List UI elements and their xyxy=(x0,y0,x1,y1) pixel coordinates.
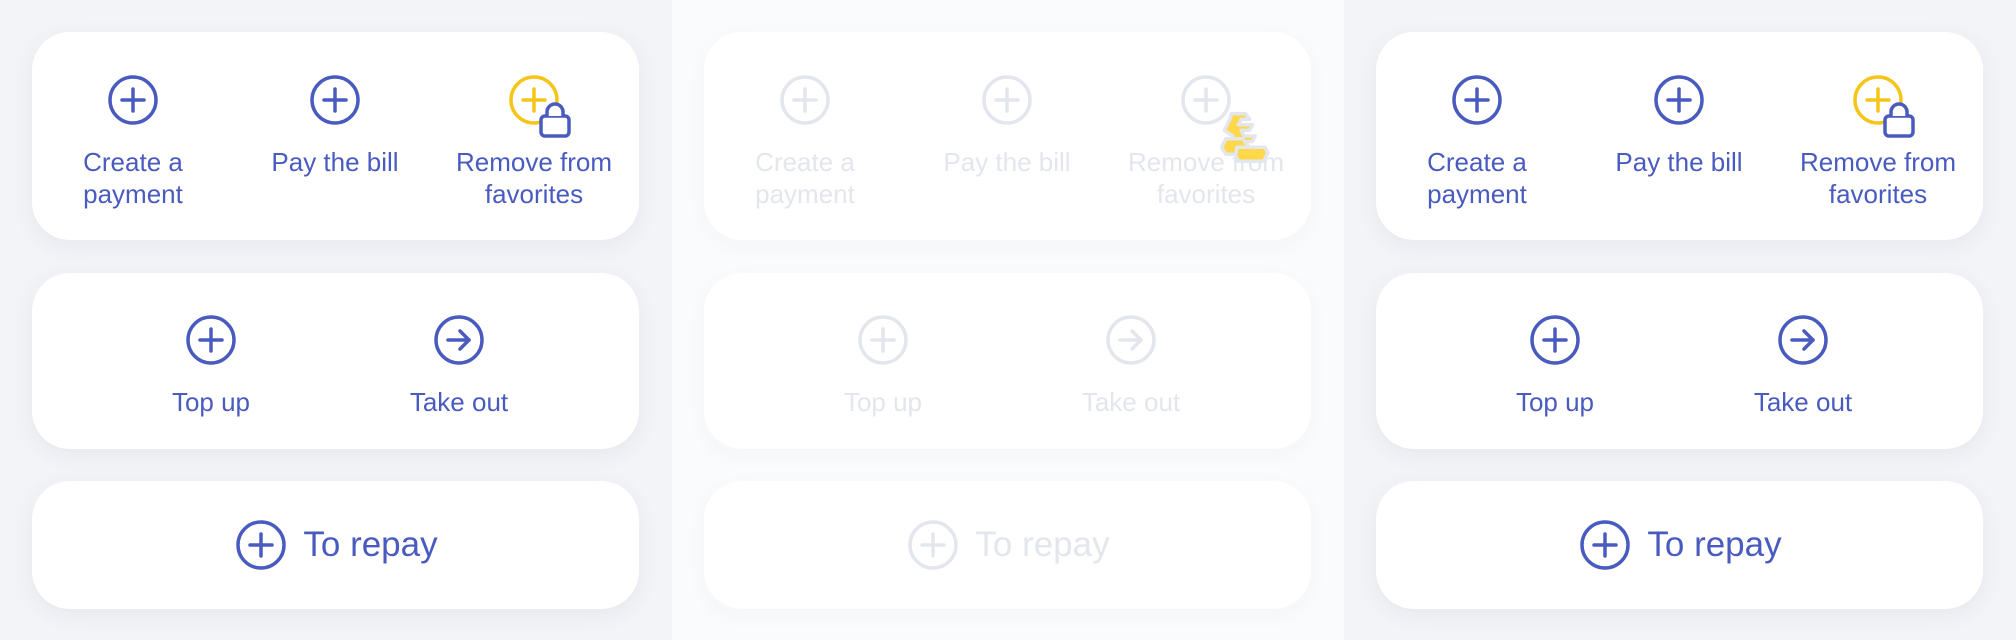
plus-circle-icon xyxy=(1651,72,1707,128)
plus-circle-icon xyxy=(1850,72,1915,138)
remove-from-favorites-button[interactable]: Remove from favorites xyxy=(434,32,634,210)
create-payment-label: Create a payment xyxy=(83,147,183,209)
repay-card: To repay xyxy=(704,481,1311,609)
pay-bill-button: Pay the bill xyxy=(907,32,1107,178)
to-repay-label: To repay xyxy=(303,525,438,564)
plus-circle-icon xyxy=(777,72,833,128)
create-payment-button[interactable]: Create a payment xyxy=(33,32,233,210)
take-out-label: Take out xyxy=(1753,387,1853,417)
to-repay-button[interactable]: To repay xyxy=(1376,481,1983,609)
create-payment-button[interactable]: Create a payment xyxy=(1377,32,1577,210)
plus-circle-icon xyxy=(506,72,571,138)
plus-circle-icon xyxy=(905,517,961,573)
to-repay-label: To repay xyxy=(1647,525,1782,564)
arrow-right-circle-icon xyxy=(1103,312,1159,368)
quick-actions-card: Create a payment Pay the bill Remove fro… xyxy=(1376,32,1983,240)
repay-card: To repay xyxy=(32,481,639,609)
loading-busy-icon xyxy=(1216,108,1270,163)
pay-bill-button[interactable]: Pay the bill xyxy=(235,32,435,178)
top-up-label: Top up xyxy=(1515,387,1595,417)
lock-icon xyxy=(1883,102,1915,138)
remove-from-favorites-button: Remove from favorites xyxy=(1106,32,1306,210)
plus-circle-icon xyxy=(1527,312,1583,368)
account-actions-card: Top up Take out xyxy=(32,273,639,449)
top-up-label: Top up xyxy=(843,387,923,417)
top-up-button[interactable]: Top up xyxy=(111,273,311,418)
pay-bill-label: Pay the bill xyxy=(943,147,1071,177)
take-out-label: Take out xyxy=(409,387,509,417)
plus-circle-icon xyxy=(233,517,289,573)
plus-circle-icon xyxy=(105,72,161,128)
top-up-label: Top up xyxy=(171,387,251,417)
account-actions-card: Top up Take out xyxy=(704,273,1311,449)
plus-circle-icon xyxy=(979,72,1035,128)
arrow-right-circle-icon xyxy=(431,312,487,368)
top-up-button: Top up xyxy=(783,273,983,418)
to-repay-button[interactable]: To repay xyxy=(32,481,639,609)
to-repay-button: To repay xyxy=(704,481,1311,609)
create-payment-label: Create a payment xyxy=(755,147,855,209)
pay-bill-label: Pay the bill xyxy=(1615,147,1743,177)
create-payment-button: Create a payment xyxy=(705,32,905,210)
to-repay-label: To repay xyxy=(975,525,1110,564)
repay-card: To repay xyxy=(1376,481,1983,609)
plus-circle-icon xyxy=(855,312,911,368)
take-out-button: Take out xyxy=(1031,273,1231,418)
remove-from-favorites-label: Remove from favorites xyxy=(1799,147,1957,209)
plus-circle-icon xyxy=(183,312,239,368)
panel-enabled-right: Create a payment Pay the bill Remove fro… xyxy=(1344,0,2016,640)
pay-bill-button[interactable]: Pay the bill xyxy=(1579,32,1779,178)
arrow-right-circle-icon xyxy=(1775,312,1831,368)
lock-icon xyxy=(539,102,571,138)
panel-disabled-middle: Create a payment Pay the bill Remove fro… xyxy=(672,0,1344,640)
plus-circle-icon xyxy=(307,72,363,128)
quick-actions-card: Create a payment Pay the bill Remove fro… xyxy=(704,32,1311,240)
account-actions-card: Top up Take out xyxy=(1376,273,1983,449)
create-payment-label: Create a payment xyxy=(1427,147,1527,209)
remove-from-favorites-label: Remove from favorites xyxy=(455,147,613,209)
plus-circle-icon xyxy=(1577,517,1633,573)
top-up-button[interactable]: Top up xyxy=(1455,273,1655,418)
panel-enabled-left: Create a payment Pay the bill Remove fro… xyxy=(0,0,672,640)
plus-circle-icon xyxy=(1449,72,1505,128)
take-out-label: Take out xyxy=(1081,387,1181,417)
pay-bill-label: Pay the bill xyxy=(271,147,399,177)
plus-circle-icon xyxy=(1178,72,1270,163)
take-out-button[interactable]: Take out xyxy=(1703,273,1903,418)
take-out-button[interactable]: Take out xyxy=(359,273,559,418)
remove-from-favorites-button[interactable]: Remove from favorites xyxy=(1778,32,1978,210)
quick-actions-card: Create a payment Pay the bill Remove fro… xyxy=(32,32,639,240)
